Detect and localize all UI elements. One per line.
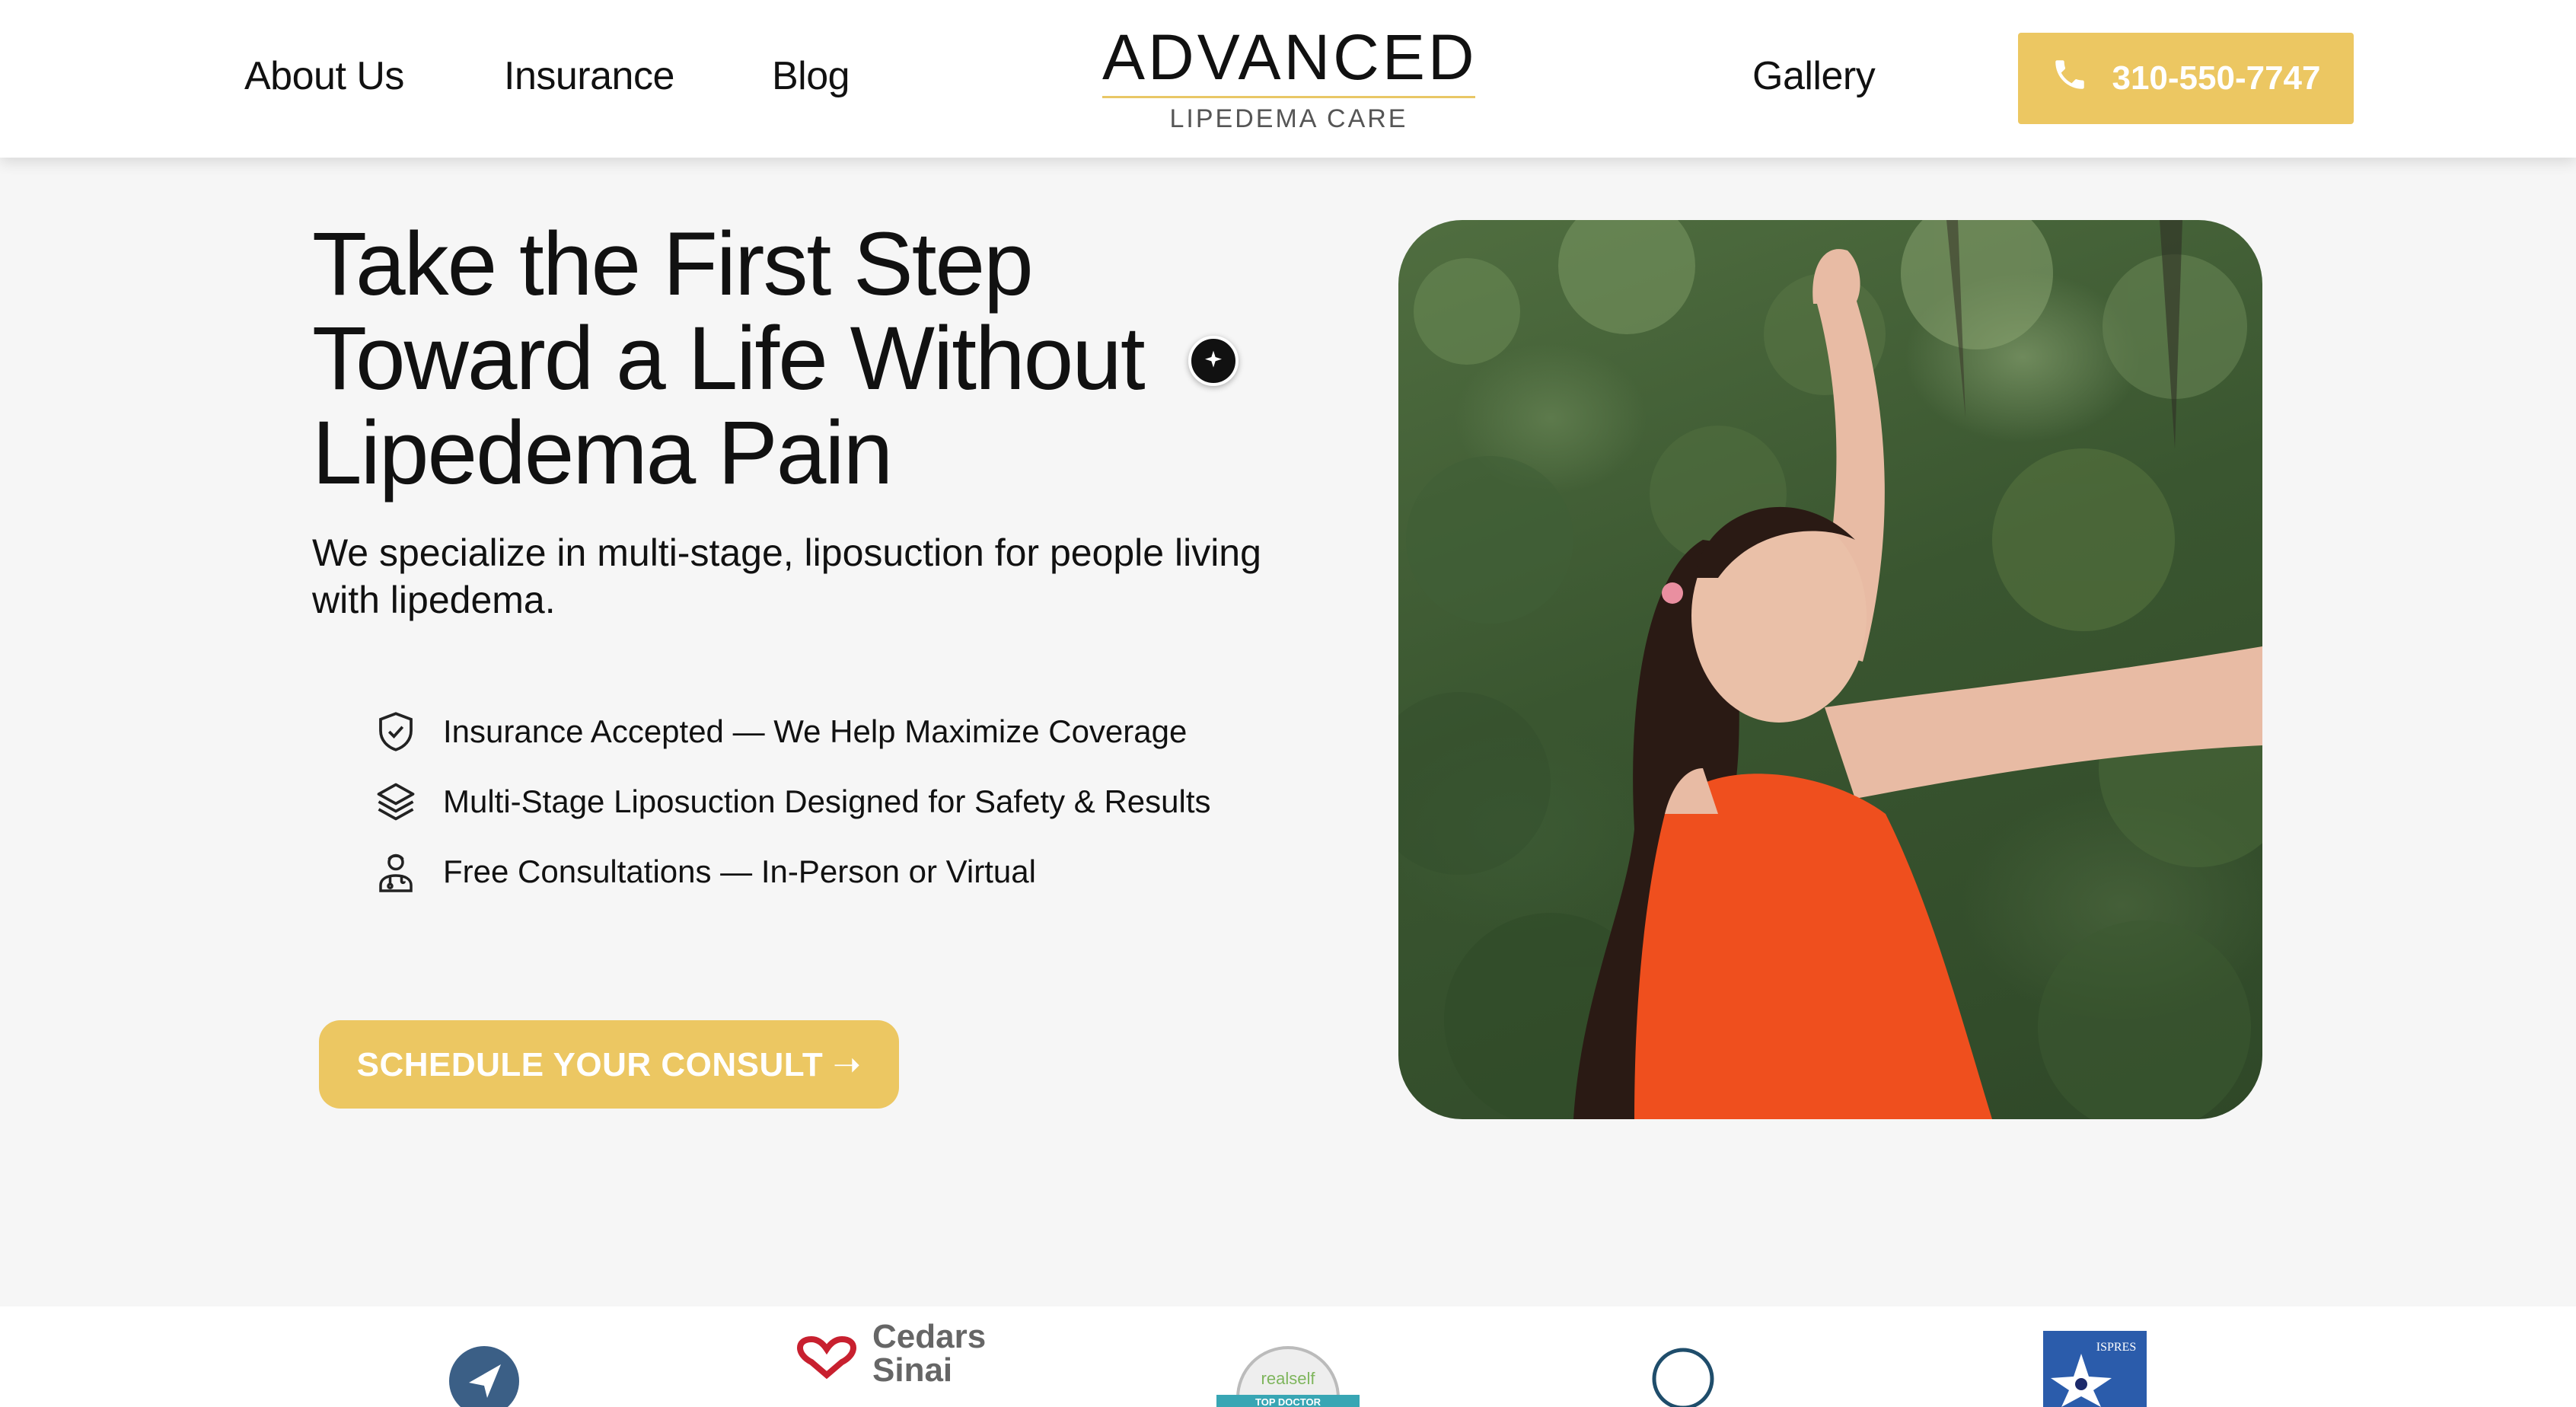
affiliations-strip: Cedars Sinai realself TOP DOCTOR ISPRES bbox=[0, 1306, 2576, 1407]
feature-item-consultations: Free Consultations — In-Person or Virtua… bbox=[373, 837, 1211, 907]
logo-wordmark: ADVANCED bbox=[1102, 21, 1478, 93]
hero-title: Take the First Step Toward a Life Withou… bbox=[312, 217, 1264, 500]
logo-divider bbox=[1102, 96, 1475, 98]
ring-logo bbox=[1649, 1345, 1717, 1407]
feature-text: Free Consultations — In-Person or Virtua… bbox=[443, 853, 1036, 889]
layers-icon bbox=[373, 779, 419, 825]
schedule-consult-button[interactable]: SCHEDULE YOUR CONSULT ➝ bbox=[319, 1020, 899, 1109]
site-logo[interactable]: ADVANCED LIPEDEMA CARE bbox=[1102, 23, 1475, 137]
nav-about-us[interactable]: About Us bbox=[244, 53, 404, 99]
doctor-icon bbox=[373, 849, 419, 895]
feature-item-insurance: Insurance Accepted — We Help Maximize Co… bbox=[373, 697, 1211, 767]
hero-photo bbox=[1398, 220, 2262, 1119]
site-header: About Us Insurance Blog ADVANCED LIPEDEM… bbox=[0, 0, 2576, 158]
realself-top-doctor-badge: realself TOP DOCTOR bbox=[1215, 1345, 1361, 1407]
feature-text: Multi-Stage Liposuction Designed for Saf… bbox=[443, 783, 1211, 819]
cedars-sinai-logo: Cedars Sinai bbox=[789, 1320, 986, 1387]
phone-icon bbox=[2051, 56, 2089, 102]
hero-title-line-3: Lipedema Pain bbox=[312, 403, 893, 503]
nav-insurance[interactable]: Insurance bbox=[504, 53, 674, 99]
hero-title-line-2: Toward a Life Without bbox=[312, 308, 1146, 409]
cedars-line-2: Sinai bbox=[872, 1351, 953, 1389]
chat-assistant-icon[interactable] bbox=[1188, 336, 1239, 386]
cedars-line-1: Cedars bbox=[872, 1318, 987, 1355]
hero-title-line-1: Take the First Step bbox=[312, 214, 1034, 314]
navigation-arrow-logo bbox=[448, 1345, 521, 1407]
ispres-text: ISPRES bbox=[2096, 1341, 2136, 1354]
logo-tagline: LIPEDEMA CARE bbox=[1169, 104, 1408, 133]
feature-text: Insurance Accepted — We Help Maximize Co… bbox=[443, 713, 1188, 749]
realself-badge-text: TOP DOCTOR bbox=[1255, 1396, 1321, 1407]
realself-brand: realself bbox=[1261, 1369, 1316, 1388]
feature-item-multistage: Multi-Stage Liposuction Designed for Saf… bbox=[373, 767, 1211, 837]
phone-call-button[interactable]: 310-550-7747 bbox=[2018, 33, 2354, 124]
hero-subtitle: We specialize in multi-stage, liposuctio… bbox=[312, 531, 1261, 621]
phone-number: 310-550-7747 bbox=[2112, 59, 2321, 97]
shield-check-icon bbox=[373, 709, 419, 755]
nav-gallery[interactable]: Gallery bbox=[1752, 53, 1876, 99]
feature-list: Insurance Accepted — We Help Maximize Co… bbox=[373, 697, 1211, 907]
ispres-logo: ISPRES bbox=[2028, 1331, 2150, 1407]
nav-blog[interactable]: Blog bbox=[772, 53, 850, 99]
